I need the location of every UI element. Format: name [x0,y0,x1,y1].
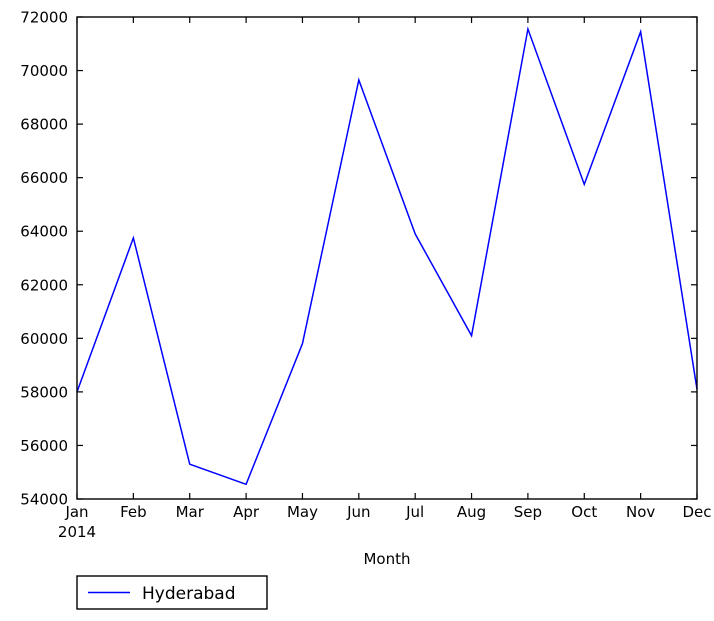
x-tick-label: Nov [626,503,655,521]
x-axis-title: Month [363,550,410,568]
y-tick-label: 68000 [20,116,68,134]
x-tick-label: Oct [571,503,597,521]
y-tick-label: 72000 [20,9,68,27]
y-tick-label: 54000 [20,491,68,509]
x-tick-label: Feb [120,503,147,521]
figure-canvas: 54000 56000 58000 60000 62000 64000 66000 68000… [0,0,714,621]
y-tick-label: 58000 [20,383,68,401]
x-tick-label: Jun [346,503,370,521]
plot-background [77,17,697,499]
x-axis-year-label: 2014 [58,523,96,541]
y-tick-label: 64000 [20,223,68,241]
line-chart: 54000 56000 58000 60000 62000 64000 66000 68000… [20,9,712,610]
x-tick-label: Mar [176,503,205,521]
y-tick-label: 62000 [20,276,68,294]
legend-label-hyderabad: Hyderabad [142,584,236,604]
x-tick-label: Jul [405,503,424,521]
y-tick-label: 66000 [20,169,68,187]
x-tick-label: Aug [457,503,486,521]
y-tick-label: 56000 [20,437,68,455]
x-tick-label: Apr [233,503,260,521]
x-tick-label: Jan [64,503,88,521]
y-tick-label: 60000 [20,330,68,348]
chart-legend[interactable]: Hyderabad [76,575,268,610]
x-tick-label: Sep [514,503,542,521]
x-tick-label: May [287,503,318,521]
y-tick-label: 70000 [20,62,68,80]
x-tick-label: Dec [682,503,711,521]
